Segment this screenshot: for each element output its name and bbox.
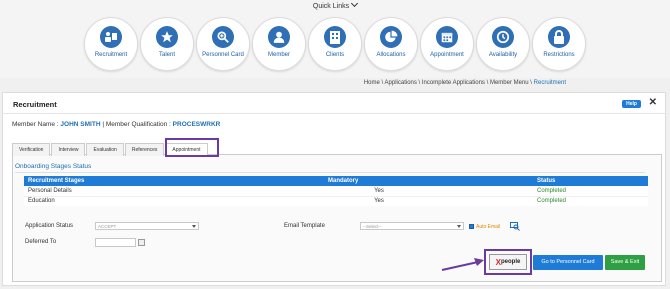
email-template-select[interactable]: --Select-- (360, 222, 464, 230)
quick-link-availability[interactable]: Availability (476, 17, 530, 71)
quick-link-label: Restrictions (543, 52, 575, 58)
quick-links-title: Quick Links (312, 3, 350, 10)
panel-title: Recruitment (13, 100, 57, 109)
quick-link-clients[interactable]: Clients (308, 17, 362, 71)
quick-link-label: Talent (158, 52, 175, 58)
member-qualification: PROCESWRKR (172, 121, 221, 128)
onboarding-table: Recruitment Stages Mandatory Status Pers… (24, 176, 648, 206)
close-icon[interactable]: ✕ (649, 97, 657, 108)
quick-link-talent[interactable]: Talent (140, 17, 194, 71)
breadcrumb-member-menu[interactable]: Member Menu (490, 80, 529, 86)
column-header: Status (434, 176, 648, 186)
arrow-annotation-icon (441, 258, 484, 271)
tab-evaluation[interactable]: Evaluation (86, 143, 124, 156)
building-icon (324, 26, 346, 48)
member-name-label: Member Name : (12, 121, 59, 128)
user-icon (268, 26, 290, 48)
xpeople-button[interactable]: Xpeople (489, 254, 527, 270)
quick-link-label: Allocations (376, 52, 406, 58)
search-plus-icon (212, 26, 234, 48)
save-exit-button[interactable]: Save & Exit (605, 255, 645, 270)
pie-chart-icon (380, 26, 402, 48)
application-status-label: Application Status (25, 223, 74, 229)
breadcrumb-incomplete[interactable]: Incomplete Applications (422, 80, 485, 86)
stage-cell: Education (24, 195, 324, 206)
status-cell: Completed (434, 186, 648, 196)
mandatory-cell: Yes (324, 195, 434, 206)
chevron-down-icon (192, 225, 196, 228)
tab-references[interactable]: References (124, 143, 165, 156)
star-icon (156, 26, 178, 48)
table-row: Personal Details Yes Completed (24, 186, 648, 196)
tab-verification[interactable]: Verification (12, 143, 51, 156)
table-row: Education Yes Completed (24, 195, 648, 206)
breadcrumb-current: Recruitment (533, 80, 566, 86)
quick-links-bar: Quick Links Recruitment Talent Personnel… (0, 0, 670, 78)
quick-link-appointment[interactable]: Appointment (420, 17, 474, 71)
calendar-icon (436, 26, 458, 48)
xpeople-logo-text: people (501, 259, 521, 265)
quick-link-label: Recruitment (94, 52, 128, 58)
quick-link-label: Appointment (430, 52, 464, 58)
breadcrumb-home[interactable]: Home (364, 80, 380, 86)
mandatory-cell: Yes (324, 186, 434, 196)
member-name: JOHN SMITH (60, 121, 101, 128)
deferred-to-input[interactable] (95, 238, 136, 247)
table-header-row: Recruitment Stages Mandatory Status (24, 176, 648, 186)
divider (15, 172, 645, 173)
quick-links-toggle[interactable]: Quick Links (0, 0, 670, 10)
lock-icon (548, 26, 570, 48)
deferred-to-label: Deferred To (25, 239, 57, 245)
status-cell: Completed (434, 195, 648, 206)
quick-link-personnel-card[interactable]: Personnel Card (196, 17, 250, 71)
recruitment-icon (100, 26, 122, 48)
quick-link-label: Availability (488, 52, 518, 58)
application-status-select[interactable]: ACCEPT (95, 222, 199, 230)
auto-email-checkbox[interactable] (469, 224, 474, 229)
tab-highlight-annotation (165, 138, 219, 157)
breadcrumb-applications[interactable]: Applications (385, 80, 417, 86)
divider (3, 113, 665, 114)
column-header: Recruitment Stages (24, 176, 324, 186)
quick-link-restrictions[interactable]: Restrictions (532, 17, 586, 71)
chevron-down-icon (457, 225, 461, 228)
help-button[interactable]: Help (622, 100, 641, 108)
tab-interview[interactable]: Interview (51, 143, 86, 156)
member-qualification-label: | Member Qualification : (102, 121, 171, 128)
quick-link-member[interactable]: Member (252, 17, 306, 71)
column-header: Mandatory (324, 176, 434, 186)
onboarding-title: Onboarding Stages Status (15, 163, 92, 170)
go-to-personnel-card-button[interactable]: Go to Personnel Card (533, 255, 603, 270)
email-preview-icon[interactable] (510, 222, 520, 231)
quick-link-label: Clients (325, 52, 345, 58)
quick-link-allocations[interactable]: Allocations (364, 17, 418, 71)
chevron-down-icon (351, 0, 359, 8)
application-status-value: ACCEPT (98, 224, 117, 229)
quick-link-recruitment[interactable]: Recruitment (84, 17, 138, 71)
stage-cell: Personal Details (24, 186, 324, 196)
breadcrumb: Home \ Applications \ Incomplete Applica… (363, 80, 566, 86)
quick-link-label: Personnel Card (202, 52, 244, 58)
email-template-label: Email Template (284, 223, 325, 229)
calendar-icon[interactable] (138, 239, 145, 246)
clock-icon (492, 26, 514, 48)
quick-link-label: Member (267, 52, 290, 58)
auto-email-label: Auto Email (476, 224, 501, 230)
email-template-value: --Select-- (363, 224, 382, 229)
member-info: Member Name : JOHN SMITH | Member Qualif… (12, 121, 220, 128)
